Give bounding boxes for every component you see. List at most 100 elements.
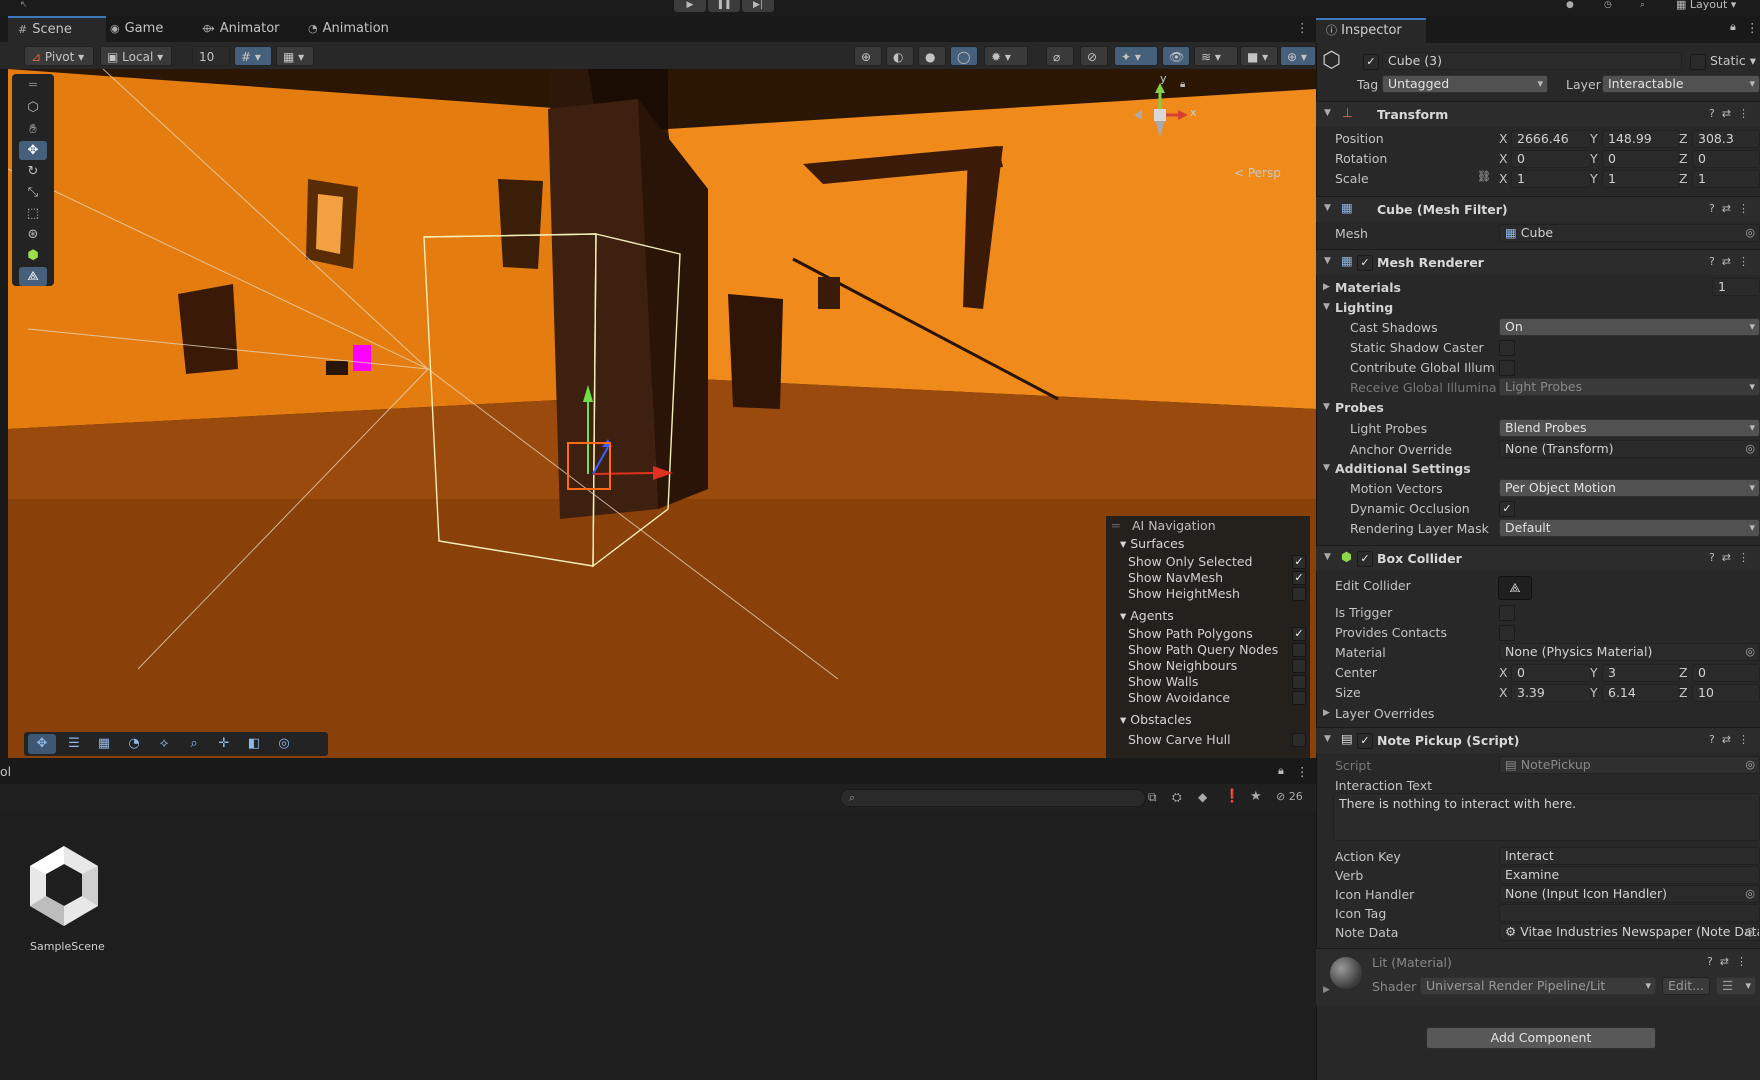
size-z-field[interactable]: 10	[1692, 684, 1760, 702]
collapse-arrow-icon[interactable]: ▼	[1323, 402, 1330, 412]
local-dropdown[interactable]: ▣ Local ▾	[100, 46, 172, 66]
collapse-arrow-icon[interactable]: ▼	[1323, 302, 1330, 312]
verb-field[interactable]: Examine	[1499, 866, 1760, 884]
component-actions[interactable]: ?⇄⋮	[1709, 255, 1756, 268]
tab-scene[interactable]: # Scene	[8, 16, 106, 44]
account-icon[interactable]: ●	[1566, 0, 1574, 10]
position-y-field[interactable]: 148.99	[1602, 130, 1680, 148]
component-actions[interactable]: ?⇄⋮	[1709, 733, 1756, 746]
shaded-button[interactable]: ●	[918, 46, 946, 66]
contribute-gi-checkbox[interactable]	[1499, 360, 1515, 376]
rotation-z-field[interactable]: 0	[1692, 150, 1760, 168]
show-navmesh-checkbox[interactable]: ✓	[1292, 571, 1306, 585]
dynamic-occlusion-checkbox[interactable]: ✓	[1499, 501, 1515, 517]
is-trigger-checkbox[interactable]	[1499, 605, 1515, 621]
rotation-x-field[interactable]: 0	[1511, 150, 1591, 168]
shader-options-dropdown[interactable]: ☰	[1716, 977, 1756, 995]
box-collider-header[interactable]: ▼ ⬢ ✓ Box Collider ?⇄⋮	[1316, 545, 1760, 571]
lock-icon[interactable]: 🔒︎	[1278, 764, 1284, 778]
type-filter-icon[interactable]: ⛭	[1172, 790, 1182, 805]
action-key-field[interactable]: Interact	[1499, 847, 1760, 865]
icon-handler-field[interactable]: None (Input Icon Handler)	[1499, 885, 1760, 903]
drag-handle-icon[interactable]: ═	[1112, 518, 1120, 533]
layer-overrides-label[interactable]: Layer Overrides	[1335, 706, 1434, 721]
expand-arrow-icon[interactable]: ▶	[1323, 282, 1330, 292]
note-pickup-enabled-checkbox[interactable]: ✓	[1357, 733, 1373, 749]
probes-label[interactable]: Probes	[1335, 400, 1384, 415]
label-filter-icon[interactable]: ◆	[1198, 790, 1207, 804]
move-overlay-icon[interactable]: ✥	[28, 734, 56, 754]
center-x-field[interactable]: 0	[1511, 664, 1591, 682]
scale-y-field[interactable]: 1	[1602, 170, 1680, 188]
lit-button[interactable]: ◯	[950, 46, 978, 66]
play-button[interactable]: ▶	[674, 0, 706, 12]
navmesh-icon[interactable]: ⟡	[150, 734, 178, 754]
lock-icon[interactable]: 🔒︎	[1180, 79, 1185, 90]
asset-label[interactable]: SampleScene	[30, 940, 105, 953]
add-component-button[interactable]: Add Component	[1426, 1027, 1656, 1049]
drag-handle-icon[interactable]: ═	[19, 76, 47, 95]
history-icon[interactable]: ◷	[1604, 0, 1612, 10]
edit-collider-tool-icon[interactable]: ⟁	[19, 267, 47, 286]
orbit-icon[interactable]: ◔	[120, 734, 148, 754]
scale-x-field[interactable]: 1	[1511, 170, 1591, 188]
anchor-override-field[interactable]: None (Transform)	[1499, 440, 1760, 458]
audio-button[interactable]: ⌀	[1046, 46, 1074, 66]
panel-tab[interactable]: ol	[0, 764, 11, 779]
layer-dropdown[interactable]: Interactable	[1602, 75, 1760, 93]
component-actions[interactable]: ?⇄⋮	[1709, 107, 1756, 120]
mesh-renderer-header[interactable]: ▼ ▦ ✓ Mesh Renderer ?⇄⋮	[1316, 249, 1760, 275]
interaction-text-area[interactable]: There is nothing to interact with here.	[1333, 793, 1760, 841]
static-shadow-caster-checkbox[interactable]	[1499, 340, 1515, 356]
size-x-field[interactable]: 3.39	[1511, 684, 1591, 702]
provides-contacts-checkbox[interactable]	[1499, 625, 1515, 641]
mesh-field[interactable]: ▦ Cube	[1499, 224, 1760, 242]
zoom-icon[interactable]: ⌕	[180, 734, 208, 754]
light-dropdown[interactable]: ✹ ▾	[984, 46, 1028, 66]
unity-scene-icon[interactable]	[24, 842, 104, 932]
light-probes-dropdown[interactable]: Blend Probes	[1499, 419, 1760, 437]
more-options-icon[interactable]: ⋮	[1296, 764, 1309, 779]
rect-tool-icon[interactable]: ⬚	[19, 204, 47, 223]
lock-icon[interactable]: 🔒︎	[1730, 20, 1736, 34]
motion-vectors-dropdown[interactable]: Per Object Motion	[1499, 479, 1760, 497]
tag-dropdown[interactable]: Untagged	[1382, 75, 1548, 93]
show-heightmesh-checkbox[interactable]	[1292, 587, 1306, 601]
persp-label[interactable]: < Persp	[1234, 166, 1281, 180]
camera-overlay-icon[interactable]: ◧	[240, 734, 268, 754]
scale-tool-icon[interactable]: ⤡	[19, 183, 47, 202]
pan-icon[interactable]: ✛	[210, 734, 238, 754]
position-x-field[interactable]: 2666.46	[1511, 130, 1591, 148]
rotate-tool-icon[interactable]: ↻	[19, 162, 47, 181]
mesh-renderer-enabled-checkbox[interactable]: ✓	[1357, 255, 1373, 271]
show-walls-checkbox[interactable]	[1292, 675, 1306, 689]
component-actions[interactable]: ?⇄⋮	[1709, 202, 1756, 215]
fx-button[interactable]: ⊘	[1080, 46, 1108, 66]
wireframe-button[interactable]: ◐	[886, 46, 914, 66]
more-options-icon[interactable]: ⋮	[1296, 20, 1309, 35]
center-y-field[interactable]: 3	[1602, 664, 1680, 682]
component-actions[interactable]: ?⇄⋮	[1707, 955, 1754, 968]
effects-dropdown[interactable]: ✦ ▾	[1114, 46, 1158, 66]
pivot-dropdown[interactable]: ⊿ Pivot ▾	[24, 46, 94, 66]
size-y-field[interactable]: 6.14	[1602, 684, 1680, 702]
search-icon[interactable]: ⌕	[1640, 0, 1645, 10]
hand-tool-icon[interactable]: ✋︎	[19, 120, 47, 139]
grid-overlay-icon[interactable]: ▦	[90, 734, 118, 754]
filter-icon[interactable]: ⧉	[1148, 790, 1157, 805]
grid-size-field[interactable]: 10	[192, 46, 230, 66]
pause-button[interactable]: ❚❚	[708, 0, 740, 12]
materials-count-field[interactable]: 1	[1712, 278, 1760, 296]
unity-logo-icon[interactable]: ↖	[20, 0, 28, 10]
center-z-field[interactable]: 0	[1692, 664, 1760, 682]
additional-settings-label[interactable]: Additional Settings	[1335, 461, 1471, 476]
step-button[interactable]: ▶|	[742, 0, 774, 12]
rotation-y-field[interactable]: 0	[1602, 150, 1680, 168]
static-checkbox[interactable]	[1690, 54, 1706, 70]
note-data-field[interactable]: ⚙ Vitae Industries Newspaper (Note Data)	[1499, 923, 1760, 941]
physics-material-field[interactable]: None (Physics Material)	[1499, 643, 1760, 661]
show-only-selected-checkbox[interactable]: ✓	[1292, 555, 1306, 569]
tab-inspector[interactable]: ⓘ Inspector	[1316, 18, 1426, 43]
increment-snap-button[interactable]: ▦ ▾	[276, 46, 314, 66]
align-icon[interactable]: ☰	[60, 734, 88, 754]
